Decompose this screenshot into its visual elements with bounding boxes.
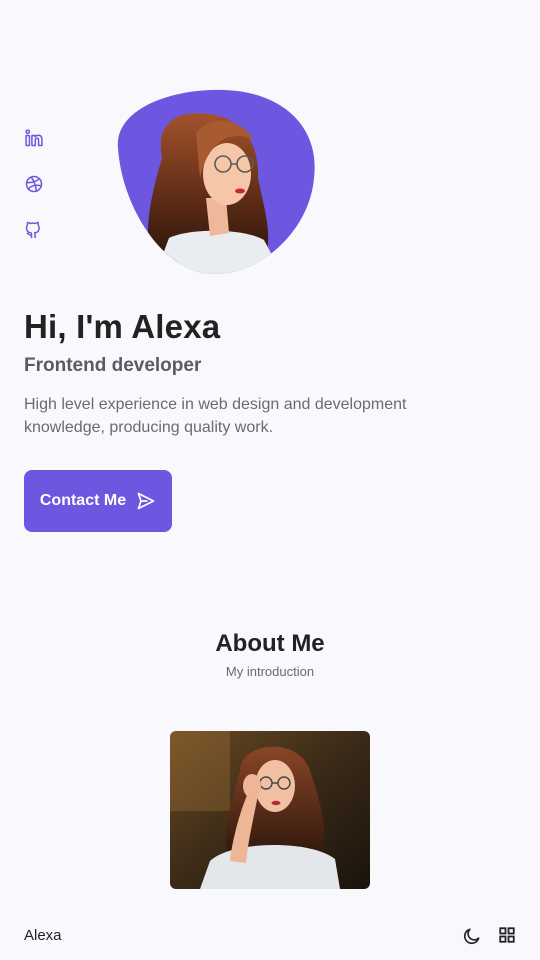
hero-description: High level experience in web design and … [24,396,407,436]
about-section-title: About Me [215,630,325,657]
send-icon [137,492,155,510]
bottom-nav [0,912,540,960]
github-icon [25,221,40,239]
nav-brand-logo[interactable]: Alexa [24,927,62,944]
hero-portrait [114,88,316,274]
theme-toggle-button[interactable] [462,926,482,946]
linkedin-icon [25,129,43,147]
about-photo [170,731,370,889]
dribbble-link[interactable] [24,174,44,196]
hero-subtitle: Frontend developer [24,355,202,376]
moon-icon [463,928,480,945]
contact-me-button[interactable]: Contact Me [24,470,172,532]
social-links [24,128,44,242]
contact-me-label: Contact Me [39,492,127,509]
hero-title: Hi, I'm Alexa [24,308,221,345]
menu-grid-button[interactable] [498,926,516,944]
dribbble-icon [25,175,43,193]
about-section-subtitle: My introduction [225,664,315,679]
linkedin-link[interactable] [24,128,44,150]
grid-icon [499,927,515,943]
github-link[interactable] [24,220,44,242]
